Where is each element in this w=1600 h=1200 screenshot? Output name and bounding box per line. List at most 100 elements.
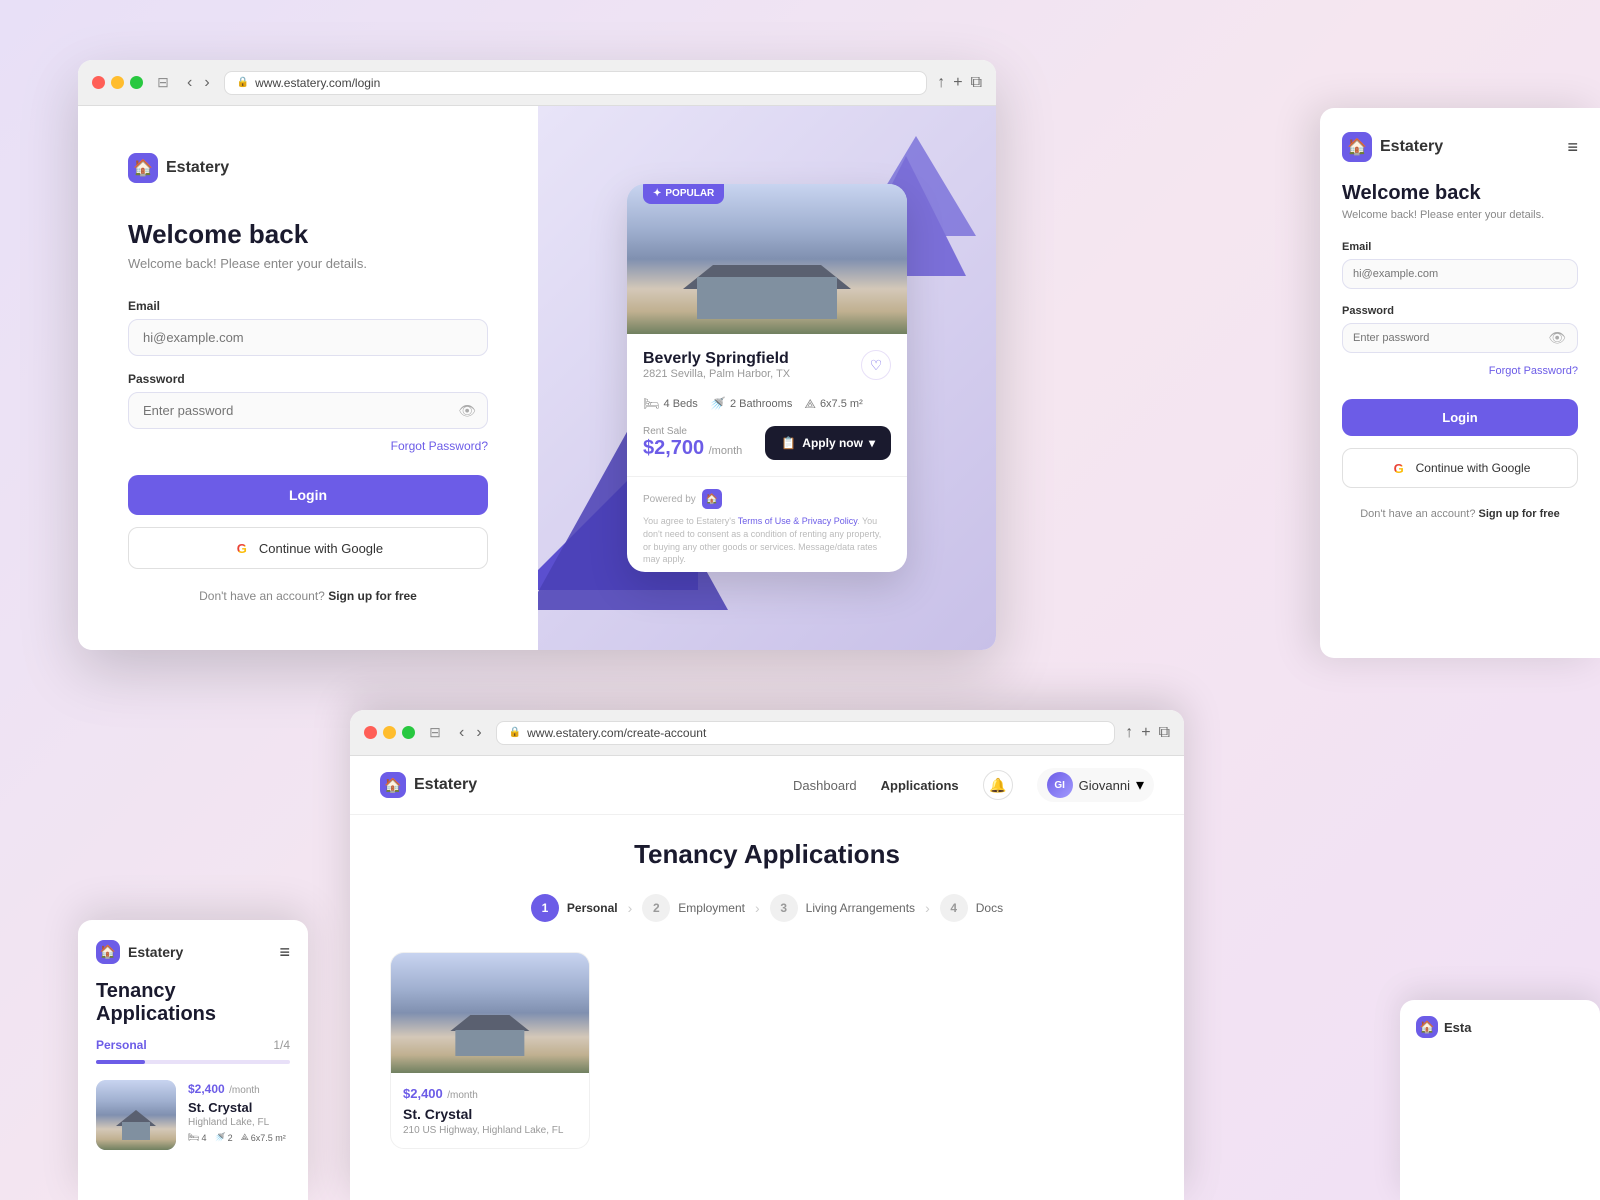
right-login-panel: 🏠 Estatery ≡ Welcome back Welcome back! … (1320, 108, 1600, 658)
bottom-traffic-lights (364, 726, 415, 739)
password-wrapper: 👁 (128, 392, 488, 429)
step-3-circle[interactable]: 3 (770, 894, 798, 922)
tenancy-price: $2,400 (403, 1086, 443, 1101)
bottom-address-bar[interactable]: 🔒 www.estatery.com/create-account (496, 721, 1116, 745)
sidebar-toggle-icon[interactable]: ⊟ (153, 73, 173, 93)
address-bar[interactable]: 🔒 www.estatery.com/login (224, 71, 928, 95)
email-input[interactable] (128, 319, 488, 356)
baths-label: 2 Bathrooms (730, 398, 792, 410)
google-signin-button[interactable]: G Continue with Google (128, 527, 488, 569)
step-2-label: Employment (678, 901, 745, 915)
forward-button[interactable]: › (200, 72, 213, 94)
right-forgot-anchor[interactable]: Forgot Password? (1489, 365, 1578, 377)
right-signup-link[interactable]: Sign up for free (1479, 508, 1560, 520)
notifications-button[interactable]: 🔔 (983, 770, 1013, 800)
share-icon[interactable]: ↑ (937, 74, 945, 92)
terms-text: You agree to Estatery's Terms of Use & P… (643, 515, 891, 565)
new-tab-icon[interactable]: + (953, 74, 962, 92)
login-panel: 🏠 Estatery Welcome back Welcome back! Pl… (78, 106, 538, 650)
apply-button[interactable]: 📋 Apply now ▾ (765, 426, 891, 460)
bottom-minimize-button[interactable] (383, 726, 396, 739)
step-2-circle[interactable]: 2 (642, 894, 670, 922)
baths-feature: 🚿 2 Bathrooms (710, 396, 793, 412)
rent-period: /month (709, 445, 743, 457)
close-button[interactable] (92, 76, 105, 89)
price-row: $2,700 /month (643, 437, 742, 460)
bottom-tabs-icon[interactable]: ⧉ (1159, 724, 1170, 742)
nav-dashboard-link[interactable]: Dashboard (793, 778, 857, 793)
mobile-progress-bar (96, 1060, 290, 1064)
right-panel-title: Welcome back (1342, 182, 1578, 205)
signup-link[interactable]: Sign up for free (328, 589, 417, 603)
mobile-area-value: 6x7.5 m² (251, 1133, 286, 1143)
signup-row: Don't have an account? Sign up for free (128, 589, 488, 603)
hamburger-menu-icon[interactable]: ≡ (1567, 137, 1578, 158)
favorite-button[interactable]: ♡ (861, 350, 891, 380)
bottom-back-button[interactable]: ‹ (455, 722, 468, 744)
login-title: Welcome back (128, 219, 488, 250)
right-signup-prompt: Don't have an account? (1360, 508, 1475, 520)
forgot-password-anchor[interactable]: Forgot Password? (391, 439, 488, 453)
mobile-property-info: $2,400 /month St. Crystal Highland Lake,… (188, 1080, 290, 1143)
lock-icon: 🔒 (237, 77, 249, 88)
right-password-input[interactable] (1342, 323, 1578, 353)
popular-star-icon: ✦ (653, 188, 661, 199)
nav-applications-link[interactable]: Applications (881, 778, 959, 793)
property-features: 🛏 4 Beds 🚿 2 Bathrooms ⟁ 6x7.5 m² (643, 396, 891, 412)
step-arrow-1: › (628, 900, 633, 916)
mobile-property-features: 🛏 4 🚿 2 ⟁ 6x7.5 m² (188, 1132, 290, 1143)
right-password-wrapper: 👁 (1342, 323, 1578, 353)
nav-username: Giovanni (1079, 778, 1130, 793)
bottom-forward-button[interactable]: › (472, 722, 485, 744)
bottom-sidebar-icon[interactable]: ⊟ (425, 723, 445, 743)
google-button-label: Continue with Google (259, 541, 383, 556)
bottom-maximize-button[interactable] (402, 726, 415, 739)
mobile-house-body (122, 1122, 150, 1140)
right-google-logo-icon: G (1390, 459, 1408, 477)
right-google-button[interactable]: G Continue with Google (1342, 448, 1578, 488)
right-email-label: Email (1342, 241, 1578, 253)
powered-row: Powered by 🏠 (643, 489, 891, 509)
login-button[interactable]: Login (128, 475, 488, 515)
beds-label: 4 Beds (664, 398, 698, 410)
right-eye-icon[interactable]: 👁 (1548, 330, 1566, 347)
password-input[interactable] (128, 392, 488, 429)
right-login-button[interactable]: Login (1342, 399, 1578, 436)
terms-link[interactable]: Terms of Use & Privacy Policy (738, 516, 857, 526)
mobile-panel-header: 🏠 Estatery ≡ (96, 940, 290, 964)
right-signup-row: Don't have an account? Sign up for free (1342, 508, 1578, 520)
apply-label: Apply now (802, 436, 863, 450)
mobile-personal-label[interactable]: Personal (96, 1038, 147, 1052)
bath-icon: 🚿 (710, 396, 726, 412)
step-1-circle[interactable]: 1 (531, 894, 559, 922)
rent-price: $2,700 (643, 437, 704, 459)
tenancy-property-address: 210 US Highway, Highland Lake, FL (403, 1125, 577, 1136)
bottom-new-tab-icon[interactable]: + (1141, 724, 1150, 742)
right-panel-brand-icon: 🏠 (1342, 132, 1372, 162)
bottom-url-text: www.estatery.com/create-account (527, 726, 706, 740)
property-image: ✦ POPULAR (627, 184, 907, 334)
rent-info: Rent Sale $2,700 /month (643, 426, 742, 460)
bottom-share-icon[interactable]: ↑ (1125, 724, 1133, 742)
step-3-label: Living Arrangements (806, 901, 915, 915)
tabs-icon[interactable]: ⧉ (971, 74, 982, 92)
right-panel-brand-name: Estatery (1380, 138, 1443, 156)
browser-content: 🏠 Estatery Welcome back Welcome back! Pl… (78, 106, 996, 650)
avatar-initials: GI (1047, 772, 1073, 798)
bottom-close-button[interactable] (364, 726, 377, 739)
right-email-input[interactable] (1342, 259, 1578, 289)
mobile-logo-row: 🏠 Estatery (96, 940, 183, 964)
tenancy-house-roof (450, 1015, 529, 1031)
mobile-period: /month (229, 1085, 260, 1096)
house-sky (627, 184, 907, 334)
minimize-button[interactable] (111, 76, 124, 89)
back-button[interactable]: ‹ (183, 72, 196, 94)
mobile-hamburger-icon[interactable]: ≡ (279, 942, 290, 963)
step-4-circle[interactable]: 4 (940, 894, 968, 922)
mobile-bath-icon: 🚿 (214, 1132, 225, 1143)
user-avatar-menu[interactable]: GI Giovanni ▾ (1037, 768, 1154, 802)
maximize-button[interactable] (130, 76, 143, 89)
step-indicators: 1 Personal › 2 Employment › 3 Living Arr… (390, 894, 1144, 922)
eye-icon[interactable]: 👁 (458, 402, 476, 419)
bed-icon: 🛏 (643, 396, 660, 412)
